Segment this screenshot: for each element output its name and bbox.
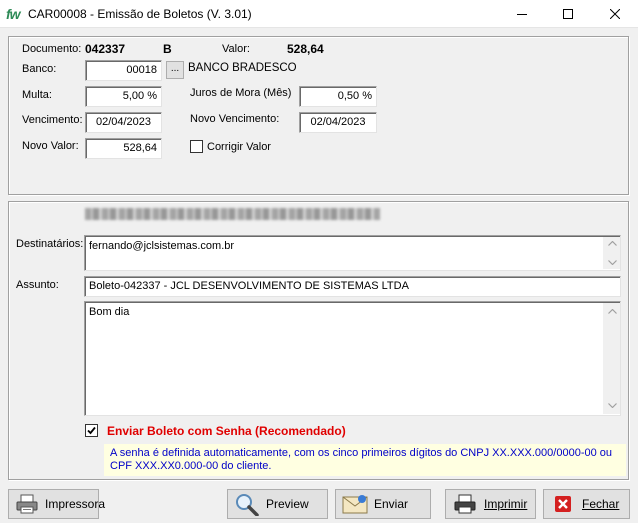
valor-value: 528,64 <box>287 42 324 56</box>
corrigir-valor-label: Corrigir Valor <box>207 141 271 153</box>
juros-field[interactable]: 0,50 % <box>299 86 377 107</box>
senha-label: Enviar Boleto com Senha (Recomendado) <box>107 424 346 438</box>
documento-label: Documento: <box>22 43 82 55</box>
minimize-icon <box>517 14 527 15</box>
close-x-icon <box>550 492 576 516</box>
scroll-down-arrow-icon[interactable] <box>604 256 621 268</box>
destinatarios-label: Destinatários: <box>16 238 84 250</box>
message-body-field[interactable]: Bom dia <box>84 301 621 416</box>
vencimento-label: Vencimento: <box>22 114 83 126</box>
banco-code-field[interactable]: 00018 <box>85 60 162 81</box>
close-button[interactable] <box>592 0 638 28</box>
juros-label: Juros de Mora (Mês) <box>190 87 292 99</box>
corrigir-valor-checkbox[interactable] <box>190 140 203 153</box>
assunto-field[interactable]: Boleto-042337 - JCL DESENVOLVIMENTO DE S… <box>84 276 621 297</box>
maximize-button[interactable] <box>545 0 591 28</box>
documento-suffix: B <box>163 42 172 56</box>
multa-field[interactable]: 5,00 % <box>85 86 162 107</box>
destinatarios-field[interactable]: fernando@jclsistemas.com.br <box>84 235 621 271</box>
destinatarios-scrollbar[interactable] <box>603 237 620 269</box>
documento-value: 042337 <box>85 42 126 56</box>
message-scrollbar[interactable] <box>603 303 620 414</box>
imprimir-button[interactable]: Imprimir <box>445 489 536 519</box>
impressora-button[interactable]: Impressora <box>8 489 105 519</box>
impressora-label: Impressora <box>45 497 106 511</box>
banco-label: Banco: <box>22 63 57 75</box>
redacted-recipient-name <box>85 208 380 220</box>
imprimir-label: Imprimir <box>484 497 528 511</box>
senha-info-box: A senha é definida automaticamente, com … <box>104 444 626 476</box>
novo-vencimento-label: Novo Vencimento: <box>190 113 280 125</box>
enviar-button[interactable]: Enviar <box>335 489 431 519</box>
scroll-up-arrow-icon[interactable] <box>604 237 621 249</box>
scroll-up-arrow-icon[interactable] <box>604 303 621 320</box>
senha-checkbox[interactable] <box>85 424 98 437</box>
fechar-button[interactable]: Fechar <box>543 489 630 519</box>
preview-button[interactable]: Preview <box>227 489 328 519</box>
fechar-label: Fechar <box>582 497 620 511</box>
message-body-value: Bom dia <box>89 306 130 318</box>
window-title: CAR00008 - Emissão de Boletos (V. 3.01) <box>28 7 252 21</box>
banco-browse-button[interactable]: ... <box>166 61 184 79</box>
novo-valor-label: Novo Valor: <box>22 140 79 152</box>
destinatarios-value: fernando@jclsistemas.com.br <box>89 240 235 252</box>
close-icon <box>610 9 620 19</box>
magnifier-icon <box>234 492 260 516</box>
novo-valor-field[interactable]: 528,64 <box>85 138 162 159</box>
novo-vencimento-field[interactable]: 02/04/2023 <box>299 112 377 133</box>
multa-label: Multa: <box>22 89 52 101</box>
printer-icon <box>15 492 39 516</box>
banco-name: BANCO BRADESCO <box>188 62 297 74</box>
checkmark-icon <box>87 426 96 435</box>
vencimento-field[interactable]: 02/04/2023 <box>85 112 162 133</box>
maximize-icon <box>563 9 573 19</box>
envelope-icon <box>342 492 368 516</box>
assunto-label: Assunto: <box>16 279 59 291</box>
preview-label: Preview <box>266 497 309 511</box>
printer-icon <box>452 492 478 516</box>
app-icon: fw <box>6 6 21 22</box>
scroll-down-arrow-icon[interactable] <box>604 397 621 414</box>
title-bar: fw CAR00008 - Emissão de Boletos (V. 3.0… <box>0 0 638 28</box>
minimize-button[interactable] <box>499 0 545 28</box>
enviar-label: Enviar <box>374 497 409 511</box>
valor-label: Valor: <box>222 43 250 55</box>
